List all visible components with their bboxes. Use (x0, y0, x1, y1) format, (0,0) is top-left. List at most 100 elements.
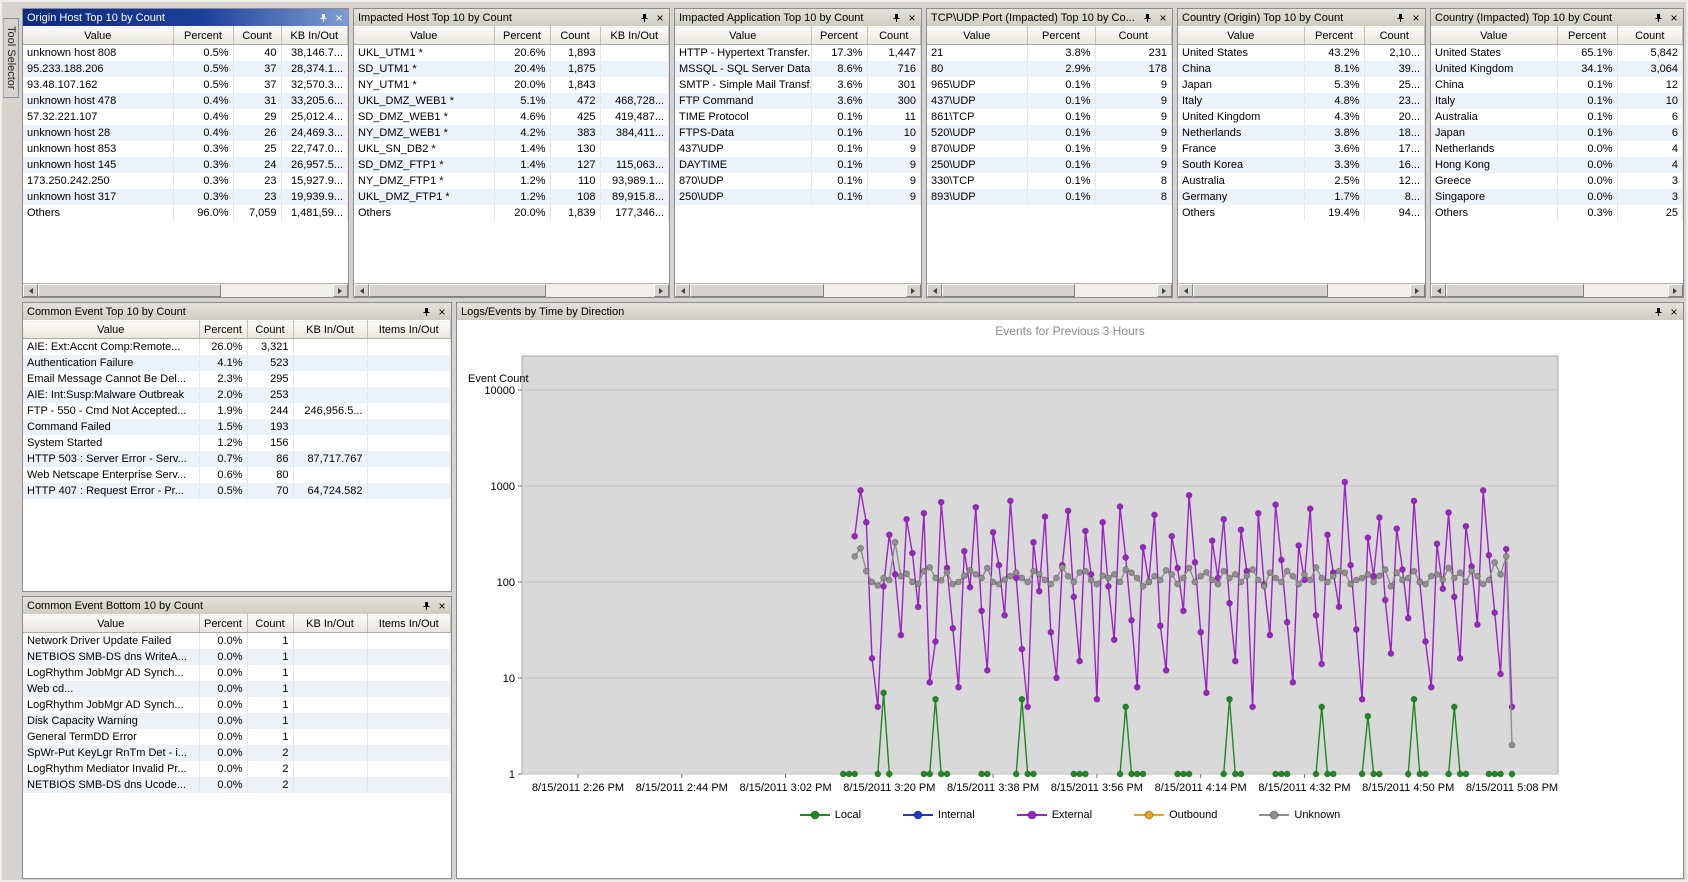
data-point-unknown[interactable] (1313, 564, 1319, 570)
scroll-left-button[interactable] (23, 284, 38, 297)
data-point-external[interactable] (886, 532, 892, 538)
data-point-unknown[interactable] (1353, 577, 1359, 583)
column-header[interactable]: Count (550, 27, 600, 45)
data-point-external[interactable] (1227, 600, 1233, 606)
data-point-unknown[interactable] (1492, 559, 1498, 565)
data-point-external[interactable] (1123, 555, 1129, 561)
scrollbar-track[interactable] (1446, 284, 1668, 297)
data-point-external[interactable] (1094, 696, 1100, 702)
table-row[interactable]: unknown host 3170.3%2319,939.9... (23, 189, 348, 205)
data-point-external[interactable] (1446, 510, 1452, 516)
data-point-unknown[interactable] (1036, 571, 1042, 577)
data-point-local[interactable] (840, 771, 846, 777)
data-point-unknown[interactable] (1111, 571, 1117, 577)
data-point-external[interactable] (1336, 604, 1342, 610)
table-row[interactable]: 173.250.242.2500.3%2315,927.9... (23, 173, 348, 189)
data-point-unknown[interactable] (967, 567, 973, 573)
data-point-unknown[interactable] (904, 571, 910, 577)
column-header[interactable]: Percent (1304, 27, 1364, 45)
data-point-local[interactable] (1221, 771, 1227, 777)
table-row[interactable]: 437\UDP0.1%9 (927, 93, 1172, 109)
data-point-external[interactable] (1105, 583, 1111, 589)
data-point-external[interactable] (1071, 594, 1077, 600)
table-row[interactable]: China8.1%39... (1178, 61, 1425, 77)
table-row[interactable]: SD_UTM1 *20.4%1,875 (354, 61, 669, 77)
data-point-local[interactable] (979, 771, 985, 777)
legend-item-local[interactable]: Local (800, 809, 861, 821)
data-point-external[interactable] (996, 562, 1002, 568)
column-header[interactable]: Count (1364, 27, 1425, 45)
table-row[interactable]: Others0.3%25 (1431, 205, 1683, 221)
data-point-external[interactable] (1365, 535, 1371, 541)
table-row[interactable]: United States43.2%2,10... (1178, 45, 1425, 61)
column-header[interactable]: Items In/Out (367, 321, 451, 339)
data-point-external[interactable] (1140, 544, 1146, 550)
scrollbar-thumb[interactable] (690, 284, 824, 297)
data-point-external[interactable] (956, 684, 962, 690)
scrollbar-track[interactable] (942, 284, 1157, 297)
table-row[interactable]: NY_UTM1 *20.0%1,843 (354, 77, 669, 93)
data-point-external[interactable] (1169, 533, 1175, 539)
table-row[interactable]: unknown host 280.4%2624,469.3... (23, 125, 348, 141)
data-point-unknown[interactable] (961, 573, 967, 579)
data-point-unknown[interactable] (1290, 573, 1296, 579)
data-point-unknown[interactable] (909, 579, 915, 585)
data-point-local[interactable] (1077, 771, 1083, 777)
data-point-local[interactable] (1423, 771, 1429, 777)
data-point-unknown[interactable] (1469, 568, 1475, 574)
data-point-external[interactable] (1175, 565, 1181, 571)
data-point-external[interactable] (1457, 655, 1463, 661)
data-point-unknown[interactable] (881, 575, 887, 581)
data-point-local[interactable] (1227, 696, 1233, 702)
column-header[interactable]: Percent (199, 321, 247, 339)
table-row[interactable]: Others19.4%94... (1178, 205, 1425, 221)
data-point-external[interactable] (1002, 612, 1008, 618)
data-point-external[interactable] (1203, 690, 1209, 696)
data-point-external[interactable] (1054, 675, 1060, 681)
data-point-unknown[interactable] (1348, 581, 1354, 587)
data-point-unknown[interactable] (1203, 569, 1209, 575)
data-point-external[interactable] (904, 516, 910, 522)
table-row[interactable]: UKL_SN_DB2 *1.4%130 (354, 141, 669, 157)
data-point-external[interactable] (1198, 629, 1204, 635)
data-point-unknown[interactable] (863, 568, 869, 574)
data-grid[interactable]: ValuePercentCountKB In/OutItems In/OutAI… (23, 320, 451, 591)
table-row[interactable]: Germany1.7%8... (1178, 189, 1425, 205)
panel-titlebar[interactable]: Impacted Host Top 10 by Count × (354, 9, 669, 26)
data-point-unknown[interactable] (1059, 564, 1065, 570)
table-row[interactable]: Greece0.0%3 (1431, 173, 1683, 189)
pin-icon[interactable] (420, 600, 432, 612)
table-row[interactable]: Web Netscape Enterprise Serv...0.6%80 (23, 467, 451, 483)
data-point-unknown[interactable] (1278, 579, 1284, 585)
data-point-unknown[interactable] (1440, 577, 1446, 583)
pin-icon[interactable] (420, 306, 432, 318)
data-point-unknown[interactable] (1428, 573, 1434, 579)
data-point-local[interactable] (852, 771, 858, 777)
data-point-unknown[interactable] (1250, 567, 1256, 573)
data-point-local[interactable] (1117, 771, 1123, 777)
panel-titlebar[interactable]: Origin Host Top 10 by Count × (23, 9, 348, 26)
data-point-external[interactable] (1111, 637, 1117, 643)
data-point-local[interactable] (1498, 771, 1504, 777)
data-point-external[interactable] (1307, 506, 1313, 512)
table-row[interactable]: 437\UDP0.1%9 (675, 141, 921, 157)
pin-icon[interactable] (317, 12, 329, 24)
column-header[interactable]: Count (867, 27, 921, 45)
column-header[interactable]: Value (23, 27, 173, 45)
data-point-unknown[interactable] (1157, 577, 1163, 583)
data-point-external[interactable] (1405, 615, 1411, 621)
data-point-local[interactable] (1082, 771, 1088, 777)
data-point-unknown[interactable] (1261, 583, 1267, 589)
table-row[interactable]: SMTP - Simple Mail Transf...3.6%301 (675, 77, 921, 93)
table-row[interactable]: 250\UDP0.1%9 (927, 157, 1172, 173)
scrollbar-thumb[interactable] (369, 284, 546, 297)
data-point-external[interactable] (1163, 667, 1169, 673)
data-point-unknown[interactable] (1503, 553, 1509, 559)
data-point-unknown[interactable] (1071, 579, 1077, 585)
table-row[interactable]: Singapore0.0%3 (1431, 189, 1683, 205)
data-point-unknown[interactable] (1434, 571, 1440, 577)
table-row[interactable]: 861\TCP0.1%9 (927, 109, 1172, 125)
data-point-external[interactable] (1474, 622, 1480, 628)
data-point-external[interactable] (1463, 523, 1469, 529)
table-row[interactable]: United Kingdom34.1%3,064 (1431, 61, 1683, 77)
